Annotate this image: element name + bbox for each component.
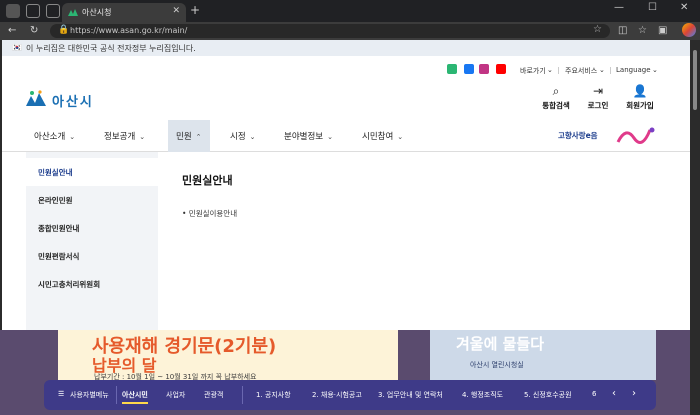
- divider: [242, 386, 243, 404]
- quick-item-4[interactable]: 4. 행정조직도: [462, 390, 503, 400]
- new-tab-button[interactable]: +: [190, 3, 200, 17]
- login-icon: ⇥: [592, 84, 604, 98]
- quick-item-1[interactable]: 1. 공지사항: [256, 390, 291, 400]
- nav-item-info[interactable]: 정보공개 ⌄: [104, 120, 145, 152]
- bookmark-star-icon[interactable]: ☆: [593, 24, 602, 35]
- tab-actions-icon[interactable]: [46, 4, 60, 18]
- chevron-left-icon[interactable]: ‹: [612, 388, 616, 399]
- avatar[interactable]: [682, 23, 696, 37]
- site-favicon-icon: [68, 9, 78, 16]
- profile-menu-icon[interactable]: [6, 4, 20, 18]
- city-slogan-logo-icon[interactable]: [616, 124, 658, 146]
- maximize-icon[interactable]: ☐: [648, 2, 657, 13]
- nav-item-admin[interactable]: 시정 ⌄: [230, 120, 256, 152]
- chevron-down-icon: ⌄: [249, 133, 256, 141]
- side-item-general[interactable]: 종합민원안내: [26, 214, 158, 242]
- scrollbar[interactable]: [690, 40, 700, 415]
- browser-tab[interactable]: 아산시청 ✕: [62, 3, 186, 22]
- chevron-down-icon: ⌄: [652, 66, 658, 74]
- user-menu-bar: ☰ 사용자별메뉴 아산시민 사업자 관광객 1. 공지사항 2. 채용·시험공고…: [44, 380, 656, 410]
- signup-label: 회원가입: [626, 101, 654, 110]
- nav-item-civil[interactable]: 민원 ⌃: [168, 120, 210, 152]
- tab-citizen[interactable]: 아산시민: [122, 390, 148, 404]
- chevron-down-icon: ⌄: [139, 133, 146, 141]
- blog-icon[interactable]: [447, 64, 457, 74]
- chevron-up-icon: ⌃: [195, 133, 202, 141]
- login-button[interactable]: ⇥ 로그인: [578, 84, 618, 111]
- nav-label: 민원: [176, 132, 192, 142]
- address-bar[interactable]: 🔒 https://www.asan.go.kr/main/ ☆: [50, 24, 610, 38]
- chevron-right-icon[interactable]: ›: [632, 388, 636, 399]
- asan-logo-icon: [26, 90, 46, 106]
- nav-label: 시정: [230, 132, 246, 142]
- collections-icon[interactable]: ▣: [658, 25, 667, 36]
- nav-label: 시민참여: [362, 132, 394, 142]
- instagram-icon[interactable]: [479, 64, 489, 74]
- banner-caption: 아산시 열린시청실: [470, 361, 524, 369]
- login-label: 로그인: [587, 101, 609, 110]
- browser-tab-bar: 아산시청 ✕ + — ☐ ✕: [0, 0, 700, 22]
- youtube-icon[interactable]: [496, 64, 506, 74]
- quick-item-2[interactable]: 2. 채용·시험공고: [312, 390, 362, 400]
- side-item-forms[interactable]: 민원편람서식: [26, 242, 158, 270]
- winter-banner[interactable]: 겨울에 물들다 아산시 열린시청실: [430, 330, 656, 380]
- util-link-language[interactable]: Language: [616, 66, 651, 74]
- close-window-icon[interactable]: ✕: [680, 2, 688, 13]
- split-screen-icon[interactable]: ◫: [618, 25, 627, 36]
- tab-business[interactable]: 사업자: [166, 390, 185, 400]
- search-button[interactable]: ⌕ 통합검색: [536, 84, 576, 111]
- lock-icon: 🔒: [58, 25, 70, 35]
- scrollbar-thumb[interactable]: [693, 50, 697, 110]
- chevron-down-icon: ⌄: [599, 66, 605, 74]
- nav-label: 아산소개: [34, 132, 66, 142]
- gov-notice-text: 이 누리집은 대한민국 공식 전자정부 누리집입니다.: [26, 44, 196, 53]
- search-label: 통합검색: [542, 101, 570, 110]
- side-item-office-guide[interactable]: 민원실안내: [26, 158, 158, 186]
- divider: [610, 67, 611, 74]
- facebook-icon[interactable]: [464, 64, 474, 74]
- nav-item-fields[interactable]: 분야별정보 ⌄: [284, 120, 333, 152]
- logo-text: 아산시: [52, 95, 94, 110]
- quick-item-6[interactable]: 6: [592, 390, 596, 398]
- hometown-donation-link[interactable]: 고향사랑e음: [558, 130, 598, 141]
- user-plus-icon: 👤: [632, 84, 648, 98]
- minimize-icon[interactable]: —: [614, 2, 624, 13]
- side-item-online[interactable]: 온라인민원: [26, 186, 158, 214]
- page-title: 민원실안내: [182, 174, 233, 187]
- back-icon[interactable]: ←: [8, 25, 16, 36]
- search-icon: ⌕: [552, 84, 560, 98]
- quick-item-5[interactable]: 5. 신정호수공원: [524, 390, 572, 400]
- favorites-icon[interactable]: ☆: [638, 25, 647, 36]
- refresh-icon[interactable]: ↻: [30, 25, 38, 36]
- util-link-services[interactable]: 주요서비스: [565, 66, 597, 76]
- nav-item-about[interactable]: 아산소개 ⌄: [34, 120, 75, 152]
- chevron-down-icon: ⌄: [397, 133, 404, 141]
- divider: [558, 67, 559, 74]
- divider: [116, 386, 117, 404]
- gov-notice-bar: 🇰🇷 이 누리집은 대한민국 공식 전자정부 누리집입니다.: [2, 40, 690, 56]
- menu-icon[interactable]: ☰: [58, 390, 64, 398]
- browser-toolbar: ← ↻ 🔒 https://www.asan.go.kr/main/ ☆ ◫ ☆…: [0, 22, 700, 40]
- signup-button[interactable]: 👤 회원가입: [620, 84, 660, 111]
- taegeuk-flag-icon: 🇰🇷: [12, 43, 22, 52]
- content-link[interactable]: • 민원실이용안내: [182, 208, 237, 219]
- quick-item-3[interactable]: 3. 업무안내 및 연락처: [378, 390, 443, 400]
- workspaces-icon[interactable]: [26, 4, 40, 18]
- url-text: https://www.asan.go.kr/main/: [70, 26, 188, 35]
- nav-label: 정보공개: [104, 132, 136, 142]
- close-tab-icon[interactable]: ✕: [172, 6, 180, 16]
- banner-title: 겨울에 물들다: [456, 335, 545, 353]
- side-item-grievance[interactable]: 시민고충처리위원회: [26, 270, 158, 298]
- user-menu-label[interactable]: 사용자별메뉴: [70, 390, 109, 400]
- chevron-down-icon: ⌄: [547, 66, 553, 74]
- tab-tourist[interactable]: 관광객: [204, 390, 223, 400]
- chevron-down-icon: ⌄: [69, 133, 76, 141]
- tax-banner[interactable]: 사용재해 경기문(2기분) 납부의 달 납부기간 : 10월 1일 ~ 10월 …: [58, 330, 398, 381]
- chevron-down-icon: ⌄: [327, 133, 333, 141]
- util-link-shortcut[interactable]: 바로가기: [520, 66, 546, 76]
- nav-label: 분야별정보: [284, 132, 324, 142]
- tab-title: 아산시청: [82, 8, 112, 17]
- nav-item-participation[interactable]: 시민참여 ⌄: [362, 120, 403, 152]
